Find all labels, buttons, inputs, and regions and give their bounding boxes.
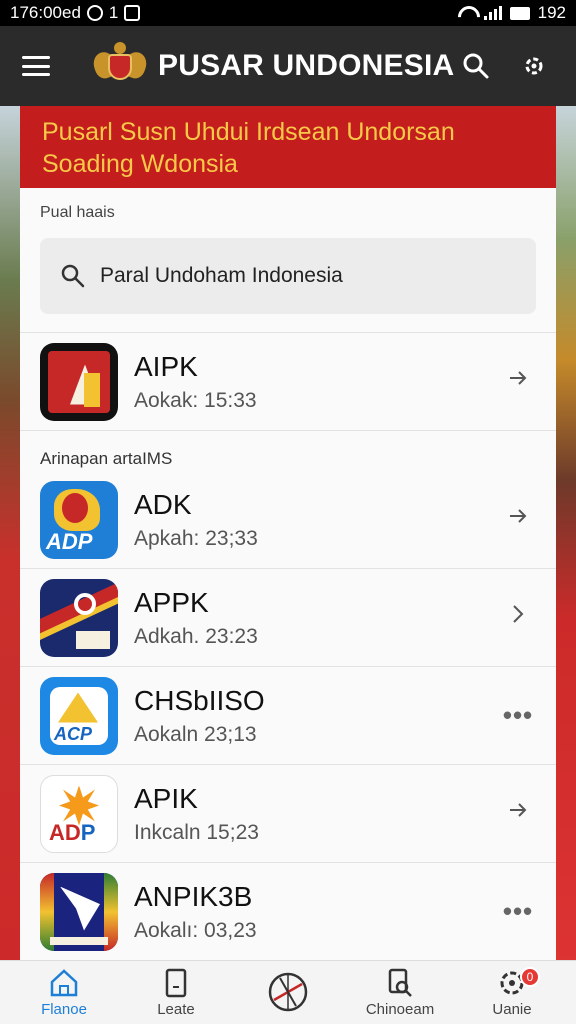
nav-label: Leate (157, 1001, 195, 1018)
item-title: ANPIK3B (134, 880, 253, 912)
nav-item-home[interactable]: Flanoe (14, 961, 114, 1024)
main-content: Pusarl Susn Uhdui Irdsean Undorsan Soadi… (20, 106, 556, 966)
gear-icon (525, 57, 543, 75)
chevron-right-icon (500, 798, 536, 829)
item-title: ADK (134, 488, 192, 520)
app-icon (40, 342, 118, 421)
item-title: APIK (134, 782, 198, 814)
search-field[interactable]: Paral Undoham Indonesia (40, 238, 536, 314)
background-right-edge (554, 100, 576, 970)
compass-icon (268, 972, 308, 1011)
app-bar: PUSAR UNDONESIA (0, 26, 576, 106)
item-subtitle: Aokalı: 03,23 (134, 918, 257, 942)
item-subtitle: Aokaln 23;13 (134, 722, 257, 746)
list-item[interactable]: ADP APIK Inkcaln 15;23 (20, 765, 556, 863)
status-clock: 192 (537, 3, 566, 22)
group-label: Arinapan artaIMS (40, 449, 173, 468)
item-subtitle: Aokak: 15:33 (134, 388, 257, 412)
status-time: 176:00ed (10, 3, 81, 22)
tablet-icon (165, 968, 187, 998)
app-icon: ADP (40, 774, 118, 853)
item-title: AIPK (134, 350, 198, 382)
nav-label: Chinoeam (365, 1001, 435, 1018)
nav-item-uanie[interactable]: 0 Uanie (462, 961, 562, 1024)
item-subtitle: Adkah. 23:23 (134, 624, 258, 648)
banner: Pusarl Susn Uhdui Irdsean Undorsan Soadi… (20, 106, 556, 188)
item-title: APPK (134, 586, 209, 618)
app-icon (40, 872, 118, 951)
garuda-emblem-logo (90, 40, 150, 92)
banner-line-1: Pusarl Susn Uhdui Irdsean Undorsan (42, 118, 455, 146)
item-title: CHSbIISO (134, 684, 265, 716)
list-item[interactable]: AIPK Aokak: 15:33 (20, 333, 556, 431)
search-field-value: Paral Undoham Indonesia (100, 264, 343, 287)
list-item[interactable]: ANPIK3B Aokalı: 03,23 ••• (20, 863, 556, 961)
more-icon[interactable]: ••• (500, 700, 536, 731)
app-title: PUSAR UNDONESIA (158, 49, 455, 82)
signal-icon (483, 6, 502, 20)
search-icon (61, 264, 85, 288)
app-icon (40, 578, 118, 657)
app-icon: ADP (40, 480, 118, 559)
app-icon: ACP (40, 676, 118, 755)
nav-item-chinoeam[interactable]: Chinoeam (350, 961, 450, 1024)
search-icon (463, 53, 489, 79)
item-subtitle: Apkah: 23;33 (134, 526, 258, 550)
settings-button[interactable] (514, 46, 554, 86)
nav-label: Uanie (492, 1001, 532, 1018)
battery-icon (509, 6, 530, 20)
chevron-right-icon (500, 504, 536, 535)
list-item[interactable]: ACP CHSbIISO Aokaln 23;13 ••• (20, 667, 556, 765)
notification-icon (124, 5, 141, 21)
more-icon[interactable]: ••• (500, 896, 536, 927)
status-bar: 176:00ed 1 192 (0, 0, 576, 26)
banner-line-2: Soading Wdonsia (42, 150, 238, 178)
background-left-edge (0, 100, 22, 970)
notification-badge: 0 (520, 967, 540, 987)
status-indicator: 1 (108, 3, 119, 22)
chevron-right-icon (500, 602, 536, 633)
menu-icon[interactable] (22, 56, 50, 76)
item-subtitle: Inkcaln 15;23 (134, 820, 259, 844)
nav-label: Flanoe (41, 1001, 87, 1018)
chevron-right-icon (500, 366, 536, 397)
section-label: Pual haais (40, 204, 115, 221)
list-item[interactable]: ADP ADK Apkah: 23;33 (20, 471, 556, 569)
sync-icon (86, 5, 103, 21)
search-button[interactable] (456, 46, 496, 86)
list-item[interactable]: APPK Adkah. 23:23 (20, 569, 556, 667)
wifi-icon (456, 6, 476, 20)
nav-item-leate[interactable]: Leate (126, 961, 226, 1024)
nav-item-compass[interactable] (238, 961, 338, 1024)
document-search-icon (388, 968, 412, 997)
home-icon (50, 969, 78, 997)
bottom-nav: Flanoe Leate Chinoeam 0 Uanie (0, 960, 576, 1024)
